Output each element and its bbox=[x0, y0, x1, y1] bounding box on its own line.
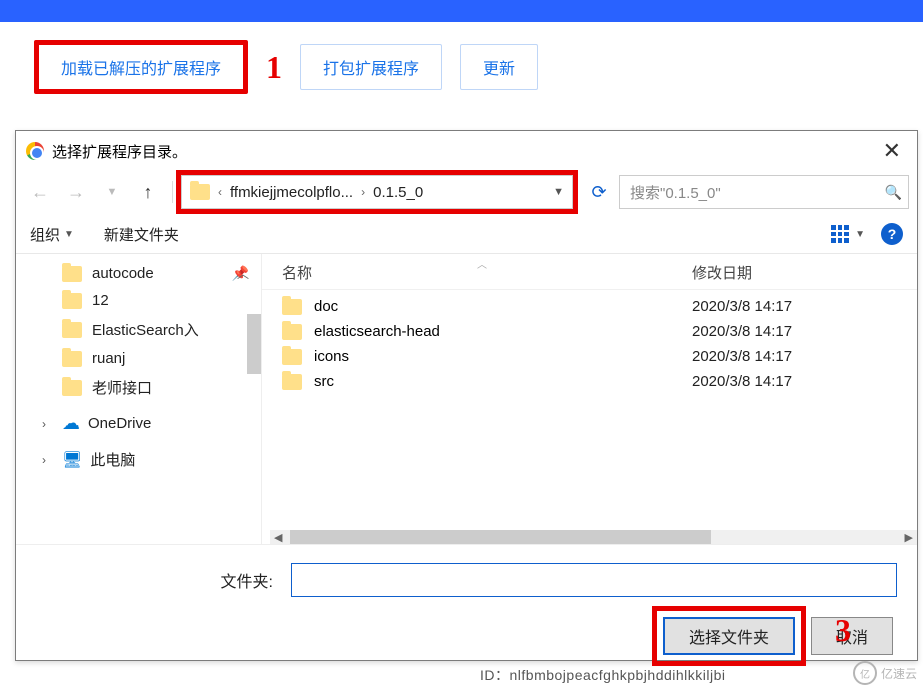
column-headers: ︿ 名称 修改日期 bbox=[262, 254, 917, 290]
sort-indicator-icon: ︿ bbox=[477, 256, 487, 271]
sidebar-this-pc[interactable]: › 🖥 此电脑 bbox=[20, 439, 257, 475]
dialog-toolbar: 组织 ▼ 新建文件夹 ▼ ? bbox=[16, 215, 917, 254]
list-item[interactable]: elasticsearch-head 2020/3/8 14:17 bbox=[262, 319, 917, 344]
nav-row: ← → ▼ ↑ ‹ ffmkiejjmecolpflo... › 0.1.5_0… bbox=[16, 169, 917, 215]
recent-dropdown-icon[interactable]: ▼ bbox=[96, 176, 128, 208]
list-item[interactable]: src 2020/3/8 14:17 bbox=[262, 369, 917, 394]
folder-input[interactable] bbox=[291, 563, 897, 597]
pack-extension-button[interactable]: 打包扩展程序 bbox=[300, 44, 442, 90]
chevron-right-icon: › bbox=[361, 185, 365, 199]
organize-menu[interactable]: 组织 ▼ bbox=[30, 224, 74, 245]
folder-icon bbox=[282, 324, 302, 340]
folder-icon bbox=[62, 266, 82, 282]
select-folder-highlight: 选择文件夹 bbox=[657, 611, 801, 661]
load-unpacked-button[interactable]: 加载已解压的扩展程序 bbox=[34, 40, 248, 94]
chevron-right-icon: › bbox=[42, 453, 54, 467]
breadcrumb-seg-2[interactable]: 0.1.5_0 bbox=[373, 184, 423, 201]
chevron-right-icon: › bbox=[42, 417, 54, 431]
sidebar-item-teacher[interactable]: 老师接口 bbox=[20, 372, 257, 403]
chevron-down-icon: ▼ bbox=[855, 229, 865, 240]
id-value: nlfbmbojpeacfghkpbjhddihlkkiljbi bbox=[510, 667, 726, 683]
folder-icon bbox=[62, 351, 82, 367]
search-input[interactable]: 搜索"0.1.5_0" 🔍 bbox=[619, 175, 909, 209]
scroll-left-icon[interactable]: ◀ bbox=[270, 531, 286, 544]
chevron-down-icon: ▼ bbox=[64, 229, 74, 240]
annotation-1: 1 bbox=[266, 49, 282, 86]
select-folder-button[interactable]: 选择文件夹 bbox=[663, 617, 795, 655]
view-mode-button[interactable]: ▼ bbox=[831, 225, 865, 243]
column-date[interactable]: 修改日期 bbox=[692, 262, 897, 283]
sidebar-onedrive[interactable]: › ☁ OneDrive bbox=[20, 403, 257, 439]
folder-icon bbox=[282, 374, 302, 390]
search-placeholder: 搜索"0.1.5_0" bbox=[630, 182, 721, 203]
folder-icon bbox=[190, 184, 210, 200]
search-icon[interactable]: 🔍 bbox=[885, 184, 902, 201]
extension-toolbar: 加载已解压的扩展程序 1 打包扩展程序 更新 bbox=[0, 22, 923, 112]
new-folder-button[interactable]: 新建文件夹 bbox=[104, 224, 179, 245]
breadcrumb[interactable]: ‹ ffmkiejjmecolpflo... › 0.1.5_0 ▼ bbox=[181, 175, 573, 209]
update-button[interactable]: 更新 bbox=[460, 44, 538, 90]
column-name[interactable]: 名称 bbox=[282, 262, 692, 283]
help-icon[interactable]: ? bbox=[881, 223, 903, 245]
breadcrumb-dropdown-icon[interactable]: ▼ bbox=[553, 186, 564, 198]
close-icon[interactable]: ✕ bbox=[877, 138, 907, 164]
chrome-icon bbox=[26, 142, 44, 160]
folder-label: 文件夹: bbox=[36, 568, 281, 592]
chevron-up-icon: ︿ bbox=[237, 265, 253, 282]
separator bbox=[172, 181, 173, 203]
file-rows: doc 2020/3/8 14:17 elasticsearch-head 20… bbox=[262, 290, 917, 398]
folder-icon bbox=[62, 293, 82, 309]
watermark-icon: 亿 bbox=[853, 661, 877, 685]
list-item[interactable]: icons 2020/3/8 14:17 bbox=[262, 344, 917, 369]
back-icon[interactable]: ← bbox=[24, 176, 56, 208]
dialog-title: 选择扩展程序目录。 bbox=[52, 141, 187, 162]
dialog-titlebar: 选择扩展程序目录。 ✕ bbox=[16, 131, 917, 169]
folder-picker-dialog: 选择扩展程序目录。 ✕ ← → ▼ ↑ ‹ ffmkiejjmecolpflo.… bbox=[15, 130, 918, 661]
forward-icon[interactable]: → bbox=[60, 176, 92, 208]
horizontal-scrollbar[interactable]: ◀ ▶ bbox=[270, 530, 917, 544]
dialog-footer: 文件夹: 选择文件夹 取消 bbox=[16, 544, 917, 675]
sidebar-item-autocode[interactable]: autocode 📌 ︿ bbox=[20, 260, 257, 287]
up-icon[interactable]: ↑ bbox=[132, 176, 164, 208]
pc-icon: 🖥 bbox=[62, 450, 82, 470]
extension-id-row: ID：nlfbmbojpeacfghkpbjhddihlkkiljbi bbox=[480, 665, 726, 685]
id-label: ID： bbox=[480, 667, 510, 683]
folder-icon bbox=[62, 322, 82, 338]
list-item[interactable]: doc 2020/3/8 14:17 bbox=[262, 294, 917, 319]
dialog-body: autocode 📌 ︿ 12 ElasticSearch入 ruanj 老师接… bbox=[16, 254, 917, 544]
scrollbar-thumb[interactable] bbox=[290, 530, 711, 544]
annotation-3: 3 bbox=[835, 612, 851, 649]
refresh-icon[interactable]: ⟳ bbox=[583, 176, 615, 208]
sidebar: autocode 📌 ︿ 12 ElasticSearch入 ruanj 老师接… bbox=[16, 254, 261, 544]
chevron-left-icon: ‹ bbox=[218, 185, 222, 199]
sidebar-item-ruanj[interactable]: ruanj bbox=[20, 345, 257, 372]
folder-icon bbox=[282, 299, 302, 315]
sidebar-item-12[interactable]: 12 bbox=[20, 287, 257, 314]
breadcrumb-seg-1[interactable]: ffmkiejjmecolpflo... bbox=[230, 184, 353, 201]
sidebar-scrollbar[interactable] bbox=[247, 314, 261, 374]
folder-icon bbox=[62, 380, 82, 396]
scroll-right-icon[interactable]: ▶ bbox=[901, 531, 917, 544]
sidebar-item-elasticsearch[interactable]: ElasticSearch入 bbox=[20, 314, 257, 345]
view-icon bbox=[831, 225, 849, 243]
folder-icon bbox=[282, 349, 302, 365]
chrome-top-bar bbox=[0, 0, 923, 22]
watermark: 亿 亿速云 bbox=[853, 661, 917, 685]
onedrive-icon: ☁ bbox=[62, 413, 80, 434]
file-list-panel: ︿ 名称 修改日期 doc 2020/3/8 14:17 elasticsear… bbox=[261, 254, 917, 544]
cancel-button[interactable]: 取消 bbox=[811, 617, 893, 655]
